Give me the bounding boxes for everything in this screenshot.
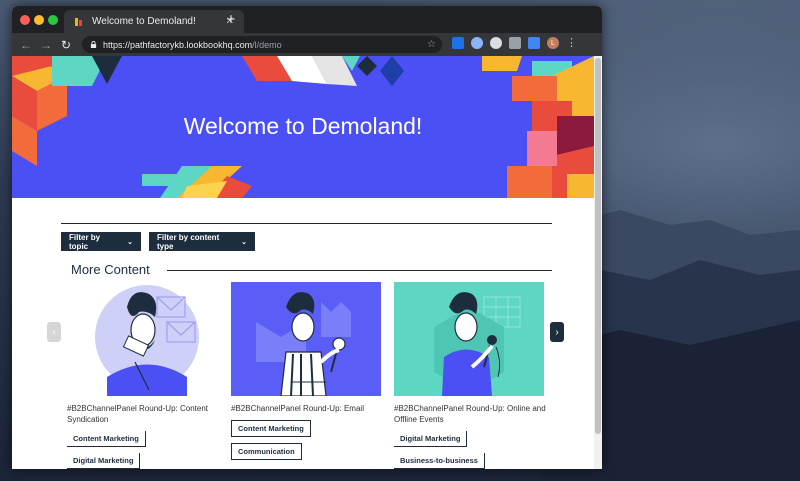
chevron-down-icon: ⌄: [241, 238, 247, 246]
tab-title: Welcome to Demoland!: [92, 16, 196, 27]
close-window-button[interactable]: [20, 15, 30, 25]
url-host: https://pathfactorykb.lookbookhq.com: [103, 39, 253, 50]
tab-bar: Welcome to Demoland! ✕ +: [12, 6, 602, 33]
card-1-tags: Content Marketing Digital Marketing: [67, 425, 219, 469]
extensions-area: L ⋮: [452, 37, 577, 49]
extension-t-icon[interactable]: [509, 37, 521, 49]
card-1-tag-2[interactable]: Digital Marketing: [67, 453, 141, 469]
section-divider: [61, 223, 552, 224]
card-2-title[interactable]: #B2BChannelPanel Round-Up: Email: [231, 403, 383, 414]
extension-shield-icon[interactable]: [471, 37, 483, 49]
browser-window: Welcome to Demoland! ✕ + ← → ↻ https://p…: [12, 6, 602, 469]
card-3-illustration: [394, 282, 544, 396]
filter-topic-label: Filter by topic: [69, 232, 101, 251]
back-icon[interactable]: ←: [16, 38, 36, 52]
card-3-tag-2[interactable]: Business-to-business: [394, 453, 485, 469]
card-3-title[interactable]: #B2BChannelPanel Round-Up: Online and Of…: [394, 403, 546, 425]
card-3-tags: Digital Marketing Business-to-business: [394, 425, 546, 469]
minimize-window-button[interactable]: [34, 15, 44, 25]
address-bar[interactable]: https://pathfactorykb.lookbookhq.com/l/d…: [82, 36, 442, 53]
content-card-3[interactable]: #B2BChannelPanel Round-Up: Online and Of…: [394, 282, 546, 469]
web-page: Welcome to Demoland! Filter by topic ⌄ F…: [12, 56, 602, 469]
more-content-rule: [167, 270, 552, 271]
extension-gear-icon[interactable]: [490, 37, 502, 49]
more-content-title: More Content: [71, 262, 150, 277]
url-path: /l/demo: [252, 39, 282, 50]
profile-avatar[interactable]: L: [547, 37, 559, 49]
card-2-tags: Content Marketing Communication: [231, 414, 383, 460]
filter-by-content-type-button[interactable]: Filter by content type ⌄: [149, 232, 255, 251]
maximize-window-button[interactable]: [48, 15, 58, 25]
carousel-next-button[interactable]: ›: [550, 322, 564, 342]
filter-by-topic-button[interactable]: Filter by topic ⌄: [61, 232, 141, 251]
forward-icon[interactable]: →: [36, 38, 56, 52]
extension-video-icon[interactable]: [528, 37, 540, 49]
card-2-tag-1[interactable]: Content Marketing: [231, 420, 311, 437]
hero-title: Welcome to Demoland!: [183, 113, 423, 139]
card-1-tag-1[interactable]: Content Marketing: [67, 431, 146, 447]
content-card-2[interactable]: #B2BChannelPanel Round-Up: Email Content…: [231, 282, 383, 460]
page-scrollbar[interactable]: [594, 56, 602, 469]
lock-icon: [90, 41, 97, 48]
carousel-prev-button[interactable]: ‹: [47, 322, 61, 342]
bookmark-star-icon[interactable]: ☆: [427, 39, 436, 50]
chevron-down-icon: ⌄: [127, 238, 133, 246]
browser-tab[interactable]: Welcome to Demoland! ✕: [64, 10, 244, 33]
card-2-illustration: [231, 282, 381, 396]
card-3-tag-1[interactable]: Digital Marketing: [394, 431, 468, 447]
url-text: https://pathfactorykb.lookbookhq.com/l/d…: [103, 40, 427, 50]
pathfactory-favicon-icon: [75, 17, 82, 26]
browser-toolbar: ← → ↻ https://pathfactorykb.lookbookhq.c…: [12, 33, 602, 56]
card-2-tag-2[interactable]: Communication: [231, 443, 302, 460]
browser-menu-icon[interactable]: ⋮: [566, 37, 577, 49]
card-1-title[interactable]: #B2BChannelPanel Round-Up: Content Syndi…: [67, 403, 219, 425]
scrollbar-thumb[interactable]: [595, 58, 601, 434]
extension-1-icon[interactable]: [452, 37, 464, 49]
new-tab-icon[interactable]: +: [224, 11, 238, 28]
reload-icon[interactable]: ↻: [56, 38, 76, 52]
hero-banner: Welcome to Demoland!: [12, 56, 594, 198]
content-card-1[interactable]: #B2BChannelPanel Round-Up: Content Syndi…: [67, 282, 219, 469]
card-1-illustration: [67, 282, 217, 396]
filter-type-label: Filter by content type: [157, 232, 220, 251]
